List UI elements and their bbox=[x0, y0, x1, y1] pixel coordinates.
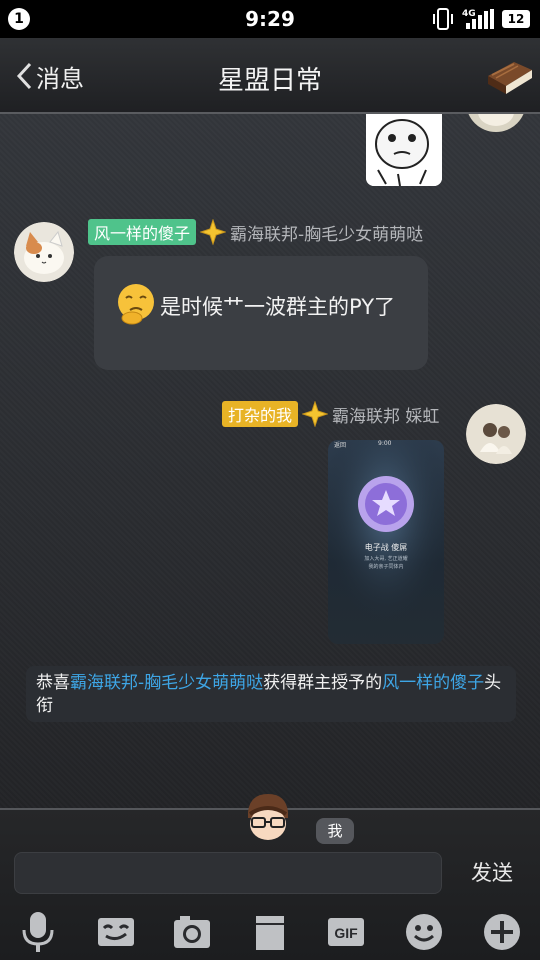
status-time: 9:29 bbox=[245, 7, 295, 31]
nav-bar: 消息 星盟日常 bbox=[0, 38, 540, 114]
gif-icon[interactable]: GIF bbox=[324, 910, 368, 954]
page-title: 星盟日常 bbox=[217, 66, 322, 96]
plus-icon[interactable] bbox=[480, 910, 524, 954]
mascot-avatar[interactable] bbox=[238, 792, 296, 844]
sparkle-icon bbox=[302, 401, 329, 427]
avatar-me[interactable] bbox=[466, 404, 526, 464]
notice-member-link[interactable]: 霸海联邦-胸毛少女萌萌哒 bbox=[70, 673, 263, 693]
notice-middle: 获得群主授予的 bbox=[263, 673, 383, 693]
chat-area[interactable]: 风一样的傻子 霸海联邦-胸毛少女萌萌哒 是时候艹一波群主的PY了 打杂的我 霸海… bbox=[0, 114, 540, 808]
input-toolbar: GIF bbox=[0, 910, 540, 956]
my-title-tag: 打杂的我 bbox=[222, 401, 299, 427]
gif-label: GIF bbox=[334, 925, 358, 941]
notice-prefix: 恭喜 bbox=[36, 673, 70, 693]
smiley-icon[interactable] bbox=[402, 910, 446, 954]
vibrate-icon bbox=[433, 8, 453, 30]
screenshot-line2: 我的亲子同体内 bbox=[368, 564, 404, 570]
emoticon-sticker-icon[interactable] bbox=[94, 910, 138, 954]
shared-screenshot[interactable]: 返回 9:00 电子战 傻屌 加入大哥, 艺正道耀 我的亲子同体内 bbox=[328, 440, 444, 644]
avatar-incoming[interactable] bbox=[14, 222, 74, 282]
message-input[interactable] bbox=[14, 852, 442, 894]
me-label: 我 bbox=[316, 818, 354, 844]
send-button[interactable]: 发送 bbox=[460, 856, 524, 890]
incoming-message-bubble[interactable]: 是时候艹一波群主的PY了 bbox=[94, 256, 428, 370]
system-notice: 恭喜霸海联邦-胸毛少女萌萌哒获得群主授予的风一样的傻子头衔 bbox=[26, 666, 516, 722]
sparkle-icon bbox=[200, 219, 227, 245]
microphone-icon[interactable] bbox=[16, 910, 60, 954]
notice-title-link[interactable]: 风一样的傻子 bbox=[382, 673, 484, 693]
screenshot-line1: 加入大哥, 艺正道耀 bbox=[364, 556, 408, 562]
screenshot-back: 返回 bbox=[334, 442, 347, 449]
book-icon[interactable] bbox=[484, 54, 536, 98]
screenshot-title: 电子战 傻屌 bbox=[364, 543, 408, 552]
paper-bag-icon[interactable] bbox=[248, 910, 292, 954]
battery-indicator: 12 bbox=[502, 10, 530, 28]
input-panel: 我 发送 GIF bbox=[0, 794, 540, 960]
thinking-face-icon bbox=[118, 284, 154, 325]
my-group-name: 霸海联邦 婇虹 bbox=[332, 406, 440, 427]
outgoing-sender-row: 打杂的我 霸海联邦 婇虹 bbox=[222, 401, 440, 427]
incoming-sender-row: 风一样的傻子 霸海联邦-胸毛少女萌萌哒 bbox=[88, 219, 424, 245]
incoming-message-text: 是时候艹一波群主的PY了 bbox=[160, 295, 396, 319]
screenshot-time: 9:00 bbox=[378, 440, 392, 447]
signal-icon bbox=[466, 9, 494, 29]
sender-title-tag: 风一样的傻子 bbox=[88, 219, 197, 245]
avatar-previous[interactable] bbox=[466, 114, 526, 132]
camera-icon[interactable] bbox=[170, 910, 214, 954]
status-bar: 1 9:29 4G 12 bbox=[0, 0, 540, 38]
meme-sticker[interactable] bbox=[366, 114, 442, 186]
sender-group-name: 霸海联邦-胸毛少女萌萌哒 bbox=[230, 224, 424, 245]
